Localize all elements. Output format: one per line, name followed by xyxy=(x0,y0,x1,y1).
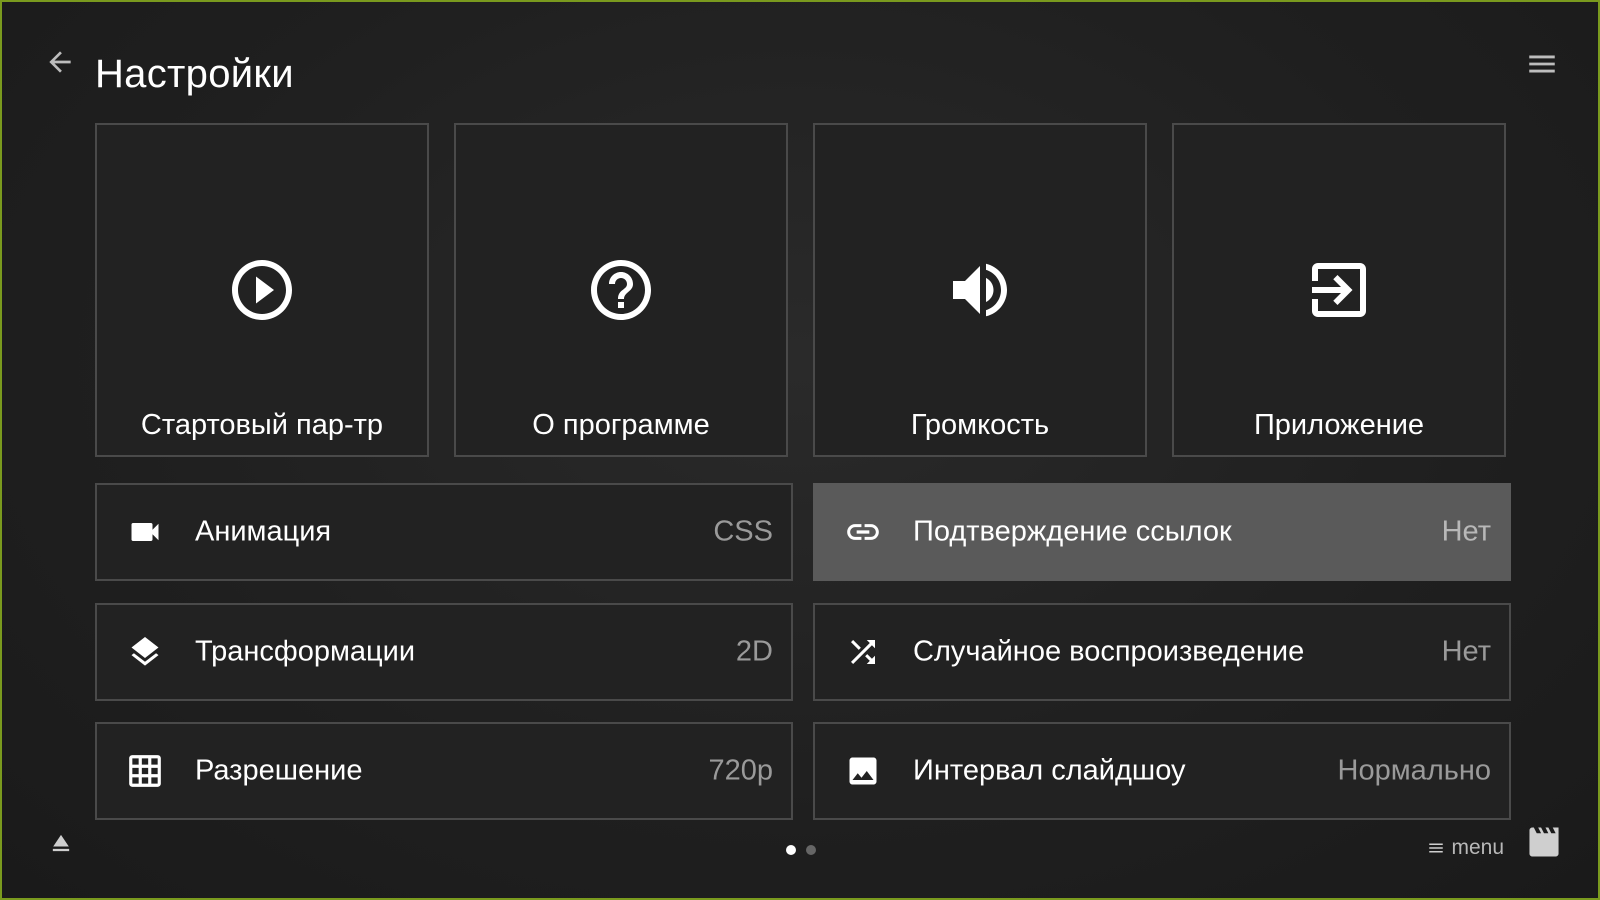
tile-start-param[interactable]: Стартовый пар-тр xyxy=(95,123,429,457)
setting-link-confirmation[interactable]: Подтверждение ссылок Нет xyxy=(813,483,1511,581)
help-circle-icon xyxy=(585,254,657,326)
video-camera-icon xyxy=(125,512,165,552)
page-dot-active xyxy=(786,845,796,855)
page-indicator xyxy=(786,845,816,855)
tile-label: Приложение xyxy=(1253,409,1425,441)
setting-slideshow-interval[interactable]: Интервал слайдшоу Нормально xyxy=(813,722,1511,820)
grid-icon xyxy=(125,751,165,791)
hamburger-icon xyxy=(1529,55,1555,73)
hamburger-small-icon xyxy=(1429,843,1444,853)
menu-button[interactable] xyxy=(1524,46,1560,82)
tile-volume[interactable]: Громкость xyxy=(813,123,1147,457)
setting-value: Нормально xyxy=(1337,754,1491,787)
eject-icon xyxy=(52,834,70,852)
setting-value: 720p xyxy=(708,754,773,787)
tile-about[interactable]: О программе xyxy=(454,123,788,457)
settings-screen: Настройки Стартовый пар-тр О программе Г… xyxy=(0,0,1600,900)
back-button[interactable] xyxy=(42,44,78,80)
setting-value: Нет xyxy=(1441,515,1491,548)
setting-value: Нет xyxy=(1441,635,1491,668)
page-title: Настройки xyxy=(95,52,294,96)
tile-application[interactable]: Приложение xyxy=(1172,123,1506,457)
tile-label: Громкость xyxy=(910,409,1050,441)
menu-hint[interactable]: menu xyxy=(1427,836,1504,860)
setting-animation[interactable]: Анимация CSS xyxy=(95,483,793,581)
clapperboard-icon xyxy=(1529,827,1559,857)
setting-transformations[interactable]: Трансформации 2D xyxy=(95,603,793,701)
setting-label: Трансформации xyxy=(195,635,416,668)
tile-label: Стартовый пар-тр xyxy=(140,409,384,441)
setting-label: Случайное воспроизведение xyxy=(913,635,1305,668)
setting-value: 2D xyxy=(735,635,773,668)
exit-icon xyxy=(1303,254,1375,326)
setting-label: Анимация xyxy=(195,515,332,548)
volume-icon xyxy=(944,254,1016,326)
setting-resolution[interactable]: Разрешение 720p xyxy=(95,722,793,820)
eject-button[interactable] xyxy=(46,828,76,858)
menu-hint-label: menu xyxy=(1451,836,1504,859)
play-circle-icon xyxy=(226,254,298,326)
arrow-left-icon xyxy=(49,51,71,73)
clapper-button[interactable] xyxy=(1526,826,1562,858)
setting-label: Интервал слайдшоу xyxy=(913,754,1186,787)
setting-label: Подтверждение ссылок xyxy=(913,515,1232,548)
link-icon xyxy=(843,512,883,552)
image-icon xyxy=(843,751,883,791)
tile-label: О программе xyxy=(532,409,710,441)
setting-shuffle[interactable]: Случайное воспроизведение Нет xyxy=(813,603,1511,701)
layers-icon xyxy=(125,632,165,672)
setting-label: Разрешение xyxy=(195,754,363,787)
shuffle-icon xyxy=(843,632,883,672)
page-dot xyxy=(806,845,816,855)
setting-value: CSS xyxy=(713,515,773,548)
